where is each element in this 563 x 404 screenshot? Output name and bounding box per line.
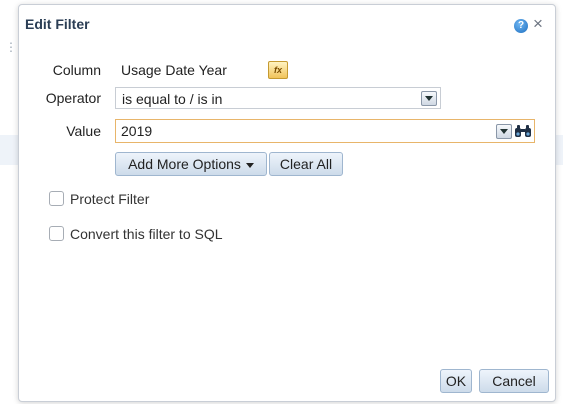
protect-filter-checkbox[interactable] — [49, 191, 64, 206]
background-grip-icon: ⋮ — [5, 40, 17, 54]
protect-filter-label: Protect Filter — [70, 191, 150, 207]
operator-label: Operator — [45, 90, 101, 106]
operator-selected-value: is equal to / is in — [122, 91, 223, 107]
caret-down-icon — [245, 162, 254, 168]
chevron-down-icon[interactable] — [496, 124, 512, 139]
cancel-button[interactable]: Cancel — [479, 369, 549, 393]
column-value: Usage Date Year — [121, 62, 227, 78]
add-more-options-label: Add More Options — [128, 156, 241, 172]
value-input[interactable]: 2019 — [115, 119, 535, 143]
add-more-options-button[interactable]: Add More Options — [115, 152, 267, 176]
value-input-text: 2019 — [121, 123, 153, 139]
operator-select[interactable]: is equal to / is in — [115, 87, 441, 109]
convert-sql-checkbox[interactable] — [49, 226, 64, 241]
ok-button[interactable]: OK — [440, 369, 472, 393]
dialog-title: Edit Filter — [25, 16, 90, 32]
convert-sql-option[interactable]: Convert this filter to SQL — [49, 226, 223, 242]
close-icon[interactable]: × — [533, 14, 543, 34]
convert-sql-label: Convert this filter to SQL — [70, 226, 223, 242]
edit-column-formula-icon[interactable]: fx — [268, 61, 288, 79]
protect-filter-option[interactable]: Protect Filter — [49, 191, 149, 207]
clear-all-button[interactable]: Clear All — [269, 152, 343, 176]
chevron-down-icon[interactable] — [421, 91, 437, 106]
value-label: Value — [66, 123, 101, 139]
edit-filter-dialog: Edit Filter ? × Column Usage Date Year f… — [18, 4, 556, 402]
column-label: Column — [52, 62, 101, 78]
help-icon[interactable]: ? — [514, 19, 528, 33]
search-values-icon[interactable] — [514, 123, 532, 138]
